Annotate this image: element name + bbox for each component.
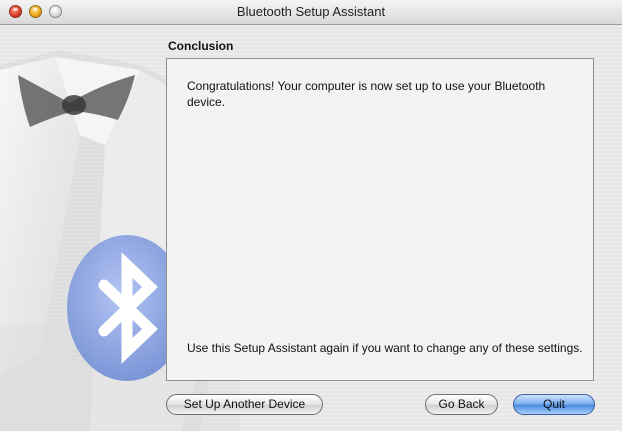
page-title: Conclusion	[168, 39, 234, 53]
hint-text: Use this Setup Assistant again if you wa…	[187, 341, 583, 355]
quit-button[interactable]: Quit	[513, 394, 595, 415]
title-bar[interactable]: Bluetooth Setup Assistant	[0, 0, 622, 25]
setup-assistant-window: Bluetooth Setup Assistant Conclusion Con…	[0, 0, 622, 431]
go-back-button[interactable]: Go Back	[425, 394, 498, 415]
assistant-content: Conclusion Congratulations! Your compute…	[0, 25, 622, 431]
congratulations-text: Congratulations! Your computer is now se…	[187, 79, 546, 109]
set-up-another-device-button[interactable]: Set Up Another Device	[166, 394, 323, 415]
message-panel: Congratulations! Your computer is now se…	[166, 58, 594, 381]
window-title: Bluetooth Setup Assistant	[236, 4, 386, 19]
